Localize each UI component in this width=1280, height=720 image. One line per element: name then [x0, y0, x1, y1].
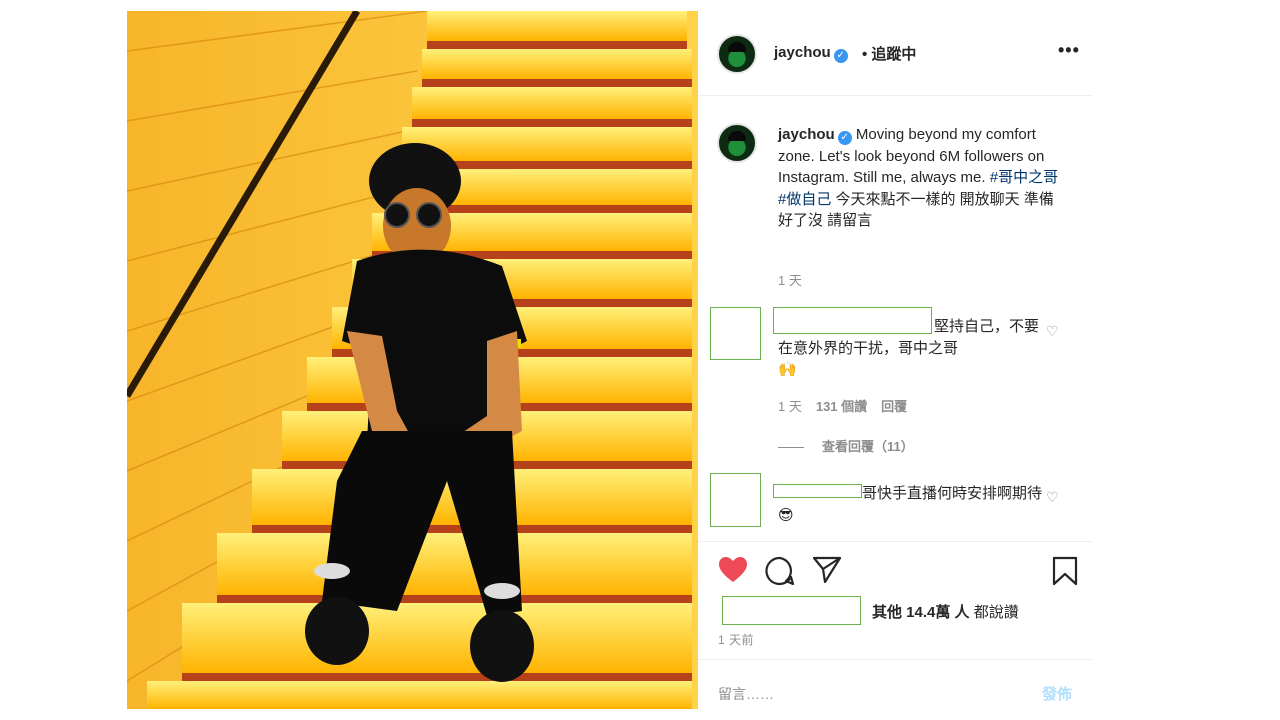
post-comment-button[interactable]: 發佈 [1042, 683, 1072, 704]
hashtag-link[interactable]: #做自己 [778, 191, 831, 208]
share-icon[interactable] [812, 556, 842, 584]
follow-status-button[interactable]: • 追蹤中 [862, 43, 916, 64]
hashtag-link[interactable]: #哥中之哥 [990, 169, 1058, 186]
author-avatar[interactable] [717, 34, 757, 74]
comment-input[interactable]: 留言…… [718, 684, 774, 704]
comment-emoji: 😎 [778, 506, 794, 524]
comment-text: 堅持自己，不要在意外界的干扰，哥中之哥 🙌 [778, 316, 1048, 381]
comment-icon[interactable] [765, 556, 795, 586]
redacted-commenter-avatar [710, 473, 761, 527]
comment-time[interactable]: 1 天 [778, 399, 802, 414]
comment-emoji: 🙌 [778, 361, 797, 378]
replies-divider [778, 447, 804, 449]
heart-icon[interactable] [718, 556, 748, 584]
post-timestamp[interactable]: 1 天前 [718, 631, 754, 648]
caption-text: jaychou ✓ Moving beyond my comfort zone. … [778, 124, 1068, 232]
caption-author-avatar[interactable] [717, 123, 757, 163]
author-username-text[interactable]: jaychou [774, 44, 831, 61]
post-side-panel: jaychou ✓ • 追蹤中 ••• jaychou ✓ Moving beyon… [698, 11, 1092, 709]
comment-body: 堅持自己，不要在意外界的干扰，哥中之哥 [778, 318, 1040, 357]
post-header: jaychou ✓ • 追蹤中 ••• [698, 11, 1092, 96]
view-replies-label[interactable]: 查看回覆（11） [822, 439, 914, 454]
caption-timestamp[interactable]: 1 天 [778, 270, 802, 289]
staircase-photo-illustration [127, 11, 698, 709]
comment-reply-button[interactable]: 回覆 [881, 399, 907, 414]
post-actions-bar [698, 541, 1092, 601]
view-replies-button[interactable]: 查看回覆（11） [778, 436, 914, 455]
comment-body: 哥快手直播何時安排啊期待 [862, 485, 1043, 502]
caption-author-username[interactable]: jaychou [778, 126, 835, 143]
instagram-post-view: jaychou ✓ • 追蹤中 ••• jaychou ✓ Moving beyon… [0, 0, 1280, 720]
more-options-icon[interactable]: ••• [1058, 40, 1080, 61]
comment-likes[interactable]: 131 個讚 [816, 399, 867, 414]
redacted-liker-username [722, 596, 861, 625]
add-comment-area: 留言…… 發佈 [698, 659, 1092, 709]
comment-meta: 1 天 131 個讚 回覆 [778, 396, 921, 415]
likes-suffix: 都說讚 [969, 604, 1019, 621]
comment-text: 哥快手直播何時安排啊期待 😎 [778, 483, 1048, 526]
likes-summary[interactable]: 其他 14.4萬 人 都說讚 [872, 601, 1019, 622]
comment-like-heart-icon[interactable]: ♡ [1046, 489, 1059, 506]
redacted-commenter-avatar [710, 307, 761, 360]
verified-badge-icon: ✓ [837, 131, 852, 145]
comment-like-heart-icon[interactable]: ♡ [1046, 323, 1059, 340]
verified-badge-icon: ✓ [833, 49, 848, 63]
post-photo[interactable] [127, 11, 698, 709]
likes-count[interactable]: 其他 14.4萬 人 [872, 604, 970, 621]
bookmark-icon[interactable] [1052, 556, 1078, 586]
author-username[interactable]: jaychou ✓ [774, 44, 848, 63]
